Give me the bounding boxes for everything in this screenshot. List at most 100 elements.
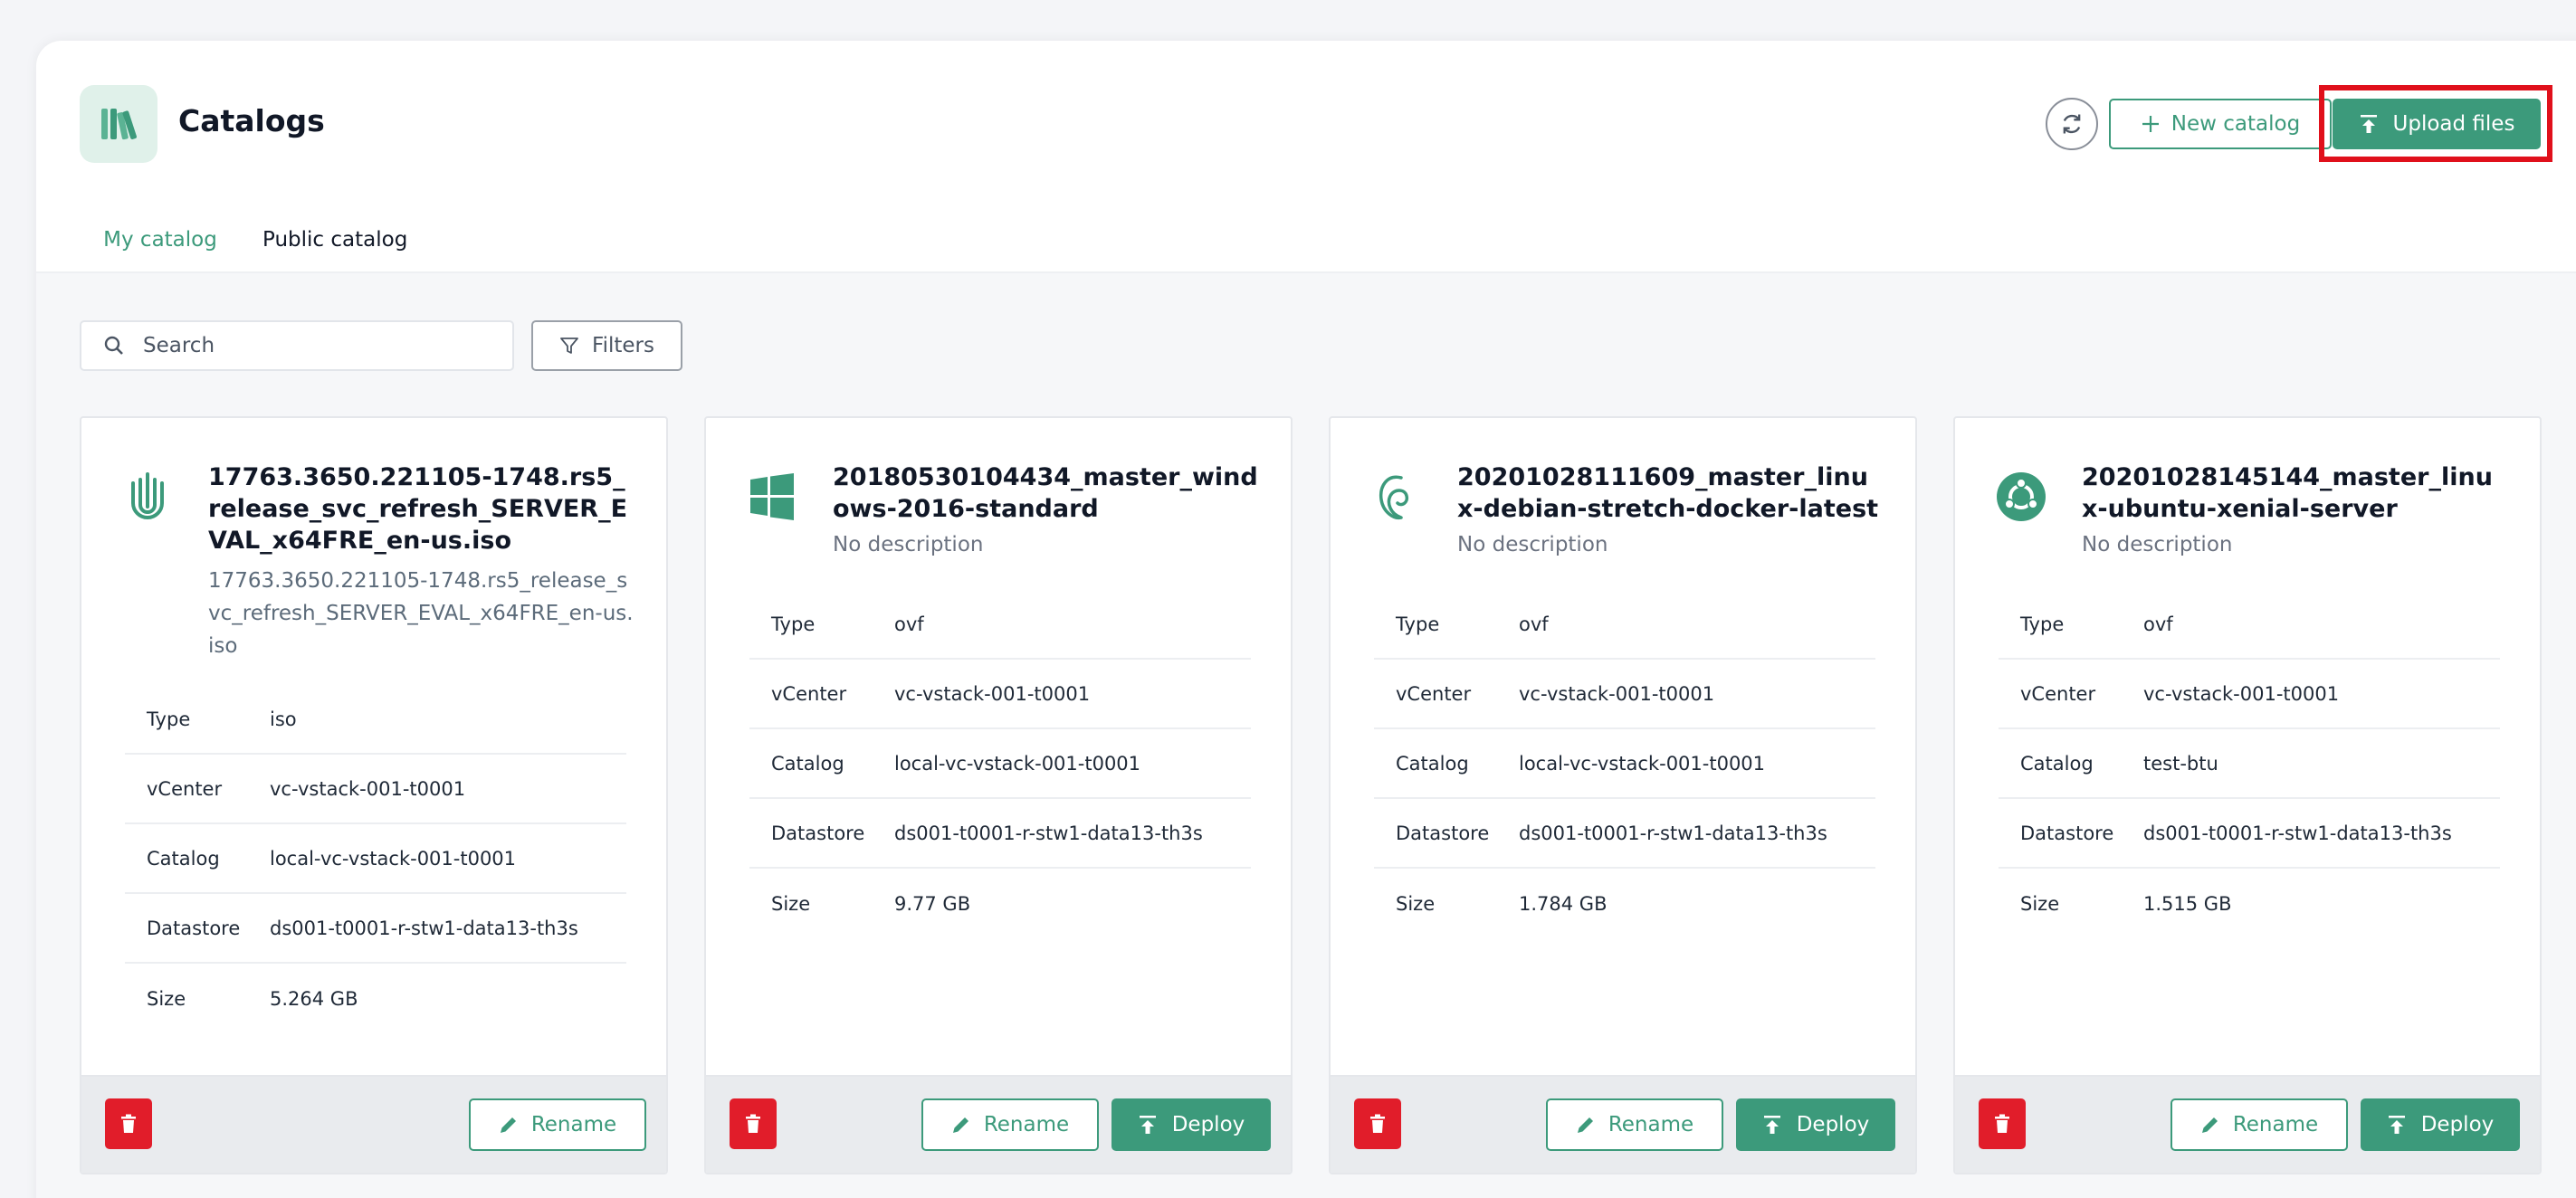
upload-icon (1763, 1116, 1780, 1134)
prop-value: ds001-t0001-r-stw1-data13-th3s (2143, 822, 2452, 844)
page-title: Catalogs (178, 103, 325, 138)
prop-label: vCenter (771, 682, 847, 705)
catalog-card: 20201028111609_master_linux-debian-stret… (1329, 416, 1917, 1174)
card-title: 17763.3650.221105-1748.rs5_release_svc_r… (208, 463, 628, 555)
prop-value: vc-vstack-001-t0001 (2143, 682, 2340, 705)
prop-value: test-btu (2143, 752, 2218, 775)
ubuntu-icon (1989, 465, 2053, 528)
trash-icon (121, 1114, 136, 1133)
rename-button[interactable]: Rename (2171, 1098, 2348, 1151)
prop-label: Datastore (147, 917, 241, 939)
prop-row-size: Size 1.784 GB (1374, 869, 1875, 938)
delete-button[interactable] (730, 1098, 777, 1149)
tab-my-catalog[interactable]: My catalog (80, 228, 241, 277)
rename-label: Rename (530, 1113, 617, 1136)
deploy-label: Deploy (1796, 1113, 1870, 1136)
search-field[interactable] (80, 320, 514, 371)
refresh-icon (2063, 114, 2081, 134)
upload-files-button[interactable]: Upload files (2333, 99, 2541, 149)
prop-row-vcenter: vCenter vc-vstack-001-t0001 (125, 755, 626, 824)
delete-button[interactable] (1979, 1098, 2026, 1149)
new-catalog-button[interactable]: New catalog (2109, 99, 2332, 149)
new-catalog-label: New catalog (2171, 112, 2301, 136)
prop-row-datastore: Datastore ds001-t0001-r-stw1-data13-th3s (1999, 799, 2500, 869)
prop-row-type: Type iso (125, 685, 626, 755)
card-title: 20201028145144_master_linux-ubuntu-xenia… (2082, 463, 2493, 523)
catalog-card: 20201028145144_master_linux-ubuntu-xenia… (1953, 416, 2542, 1174)
prop-label: Catalog (147, 847, 220, 870)
card-footer: Rename Deploy (706, 1075, 1291, 1173)
rename-button[interactable]: Rename (469, 1098, 646, 1151)
prop-row-datastore: Datastore ds001-t0001-r-stw1-data13-th3s (1374, 799, 1875, 869)
upload-files-label: Upload files (2392, 112, 2515, 136)
deploy-button[interactable]: Deploy (2361, 1098, 2520, 1151)
prop-row-type: Type ovf (1999, 590, 2500, 660)
pencil-icon (2201, 1117, 2218, 1133)
filters-button[interactable]: Filters (531, 320, 682, 371)
prop-row-catalog: Catalog local-vc-vstack-001-t0001 (749, 729, 1251, 799)
deploy-button[interactable]: Deploy (1111, 1098, 1271, 1151)
trash-icon (1370, 1114, 1385, 1133)
prop-label: Datastore (2020, 822, 2114, 844)
prop-value: ds001-t0001-r-stw1-data13-th3s (270, 917, 578, 939)
pencil-icon (952, 1117, 968, 1133)
prop-value: vc-vstack-001-t0001 (894, 682, 1091, 705)
rename-button[interactable]: Rename (1546, 1098, 1723, 1151)
card-title: 20201028111609_master_linux-debian-stret… (1457, 463, 1879, 523)
prop-value: ovf (2143, 613, 2173, 635)
rename-label: Rename (1608, 1113, 1694, 1136)
prop-value: vc-vstack-001-t0001 (1519, 682, 1715, 705)
deploy-button[interactable]: Deploy (1736, 1098, 1895, 1151)
refresh-button[interactable] (2046, 98, 2098, 150)
prop-value: vc-vstack-001-t0001 (270, 777, 466, 800)
prop-value: 5.264 GB (270, 987, 358, 1010)
prop-value: local-vc-vstack-001-t0001 (1519, 752, 1766, 775)
prop-row-catalog: Catalog local-vc-vstack-001-t0001 (1374, 729, 1875, 799)
prop-value: 1.515 GB (2143, 892, 2232, 915)
prop-label: vCenter (2020, 682, 2096, 705)
card-description: No description (2082, 533, 2233, 556)
filter-icon (560, 338, 578, 354)
rename-label: Rename (983, 1113, 1070, 1136)
prop-label: Catalog (2020, 752, 2094, 775)
card-footer: Rename (81, 1075, 666, 1173)
prop-row-vcenter: vCenter vc-vstack-001-t0001 (749, 660, 1251, 729)
prop-label: Size (771, 892, 811, 915)
prop-label: Size (1396, 892, 1436, 915)
prop-value: iso (270, 708, 297, 730)
prop-label: Type (2020, 613, 2065, 635)
trash-icon (1995, 1114, 2009, 1133)
prop-label: Size (2020, 892, 2060, 915)
prop-value: local-vc-vstack-001-t0001 (894, 752, 1141, 775)
card-title: 20180530104434_master_windows-2016-stand… (833, 463, 1258, 523)
prop-label: Type (147, 708, 191, 730)
prop-label: Datastore (1396, 822, 1490, 844)
card-footer: Rename Deploy (1955, 1075, 2540, 1173)
tab-public-catalog[interactable]: Public catalog (262, 228, 407, 271)
upload-icon (2360, 115, 2377, 133)
prop-row-size: Size 1.515 GB (1999, 869, 2500, 938)
prop-row-vcenter: vCenter vc-vstack-001-t0001 (1374, 660, 1875, 729)
windows-icon (740, 465, 804, 528)
delete-button[interactable] (1354, 1098, 1401, 1149)
search-icon (104, 336, 123, 355)
search-input[interactable] (143, 334, 487, 357)
prop-row-type: Type ovf (1374, 590, 1875, 660)
prop-row-catalog: Catalog local-vc-vstack-001-t0001 (125, 824, 626, 894)
prop-value: local-vc-vstack-001-t0001 (270, 847, 517, 870)
prop-row-vcenter: vCenter vc-vstack-001-t0001 (1999, 660, 2500, 729)
card-properties: Type ovf vCenter vc-vstack-001-t0001 Catal… (749, 590, 1251, 938)
delete-button[interactable] (105, 1098, 152, 1149)
card-properties: Type ovf vCenter vc-vstack-001-t0001 Catal… (1999, 590, 2500, 938)
pencil-icon (500, 1117, 516, 1133)
prop-label: Size (147, 987, 186, 1010)
prop-row-datastore: Datastore ds001-t0001-r-stw1-data13-th3s (125, 894, 626, 964)
card-footer: Rename Deploy (1331, 1075, 1915, 1173)
prop-row-size: Size 9.77 GB (749, 869, 1251, 938)
rename-button[interactable]: Rename (921, 1098, 1099, 1151)
prop-label: Catalog (771, 752, 844, 775)
prop-value: 1.784 GB (1519, 892, 1608, 915)
tab-my-catalog-label: My catalog (103, 228, 217, 252)
prop-label: Type (771, 613, 816, 635)
prop-label: Type (1396, 613, 1440, 635)
